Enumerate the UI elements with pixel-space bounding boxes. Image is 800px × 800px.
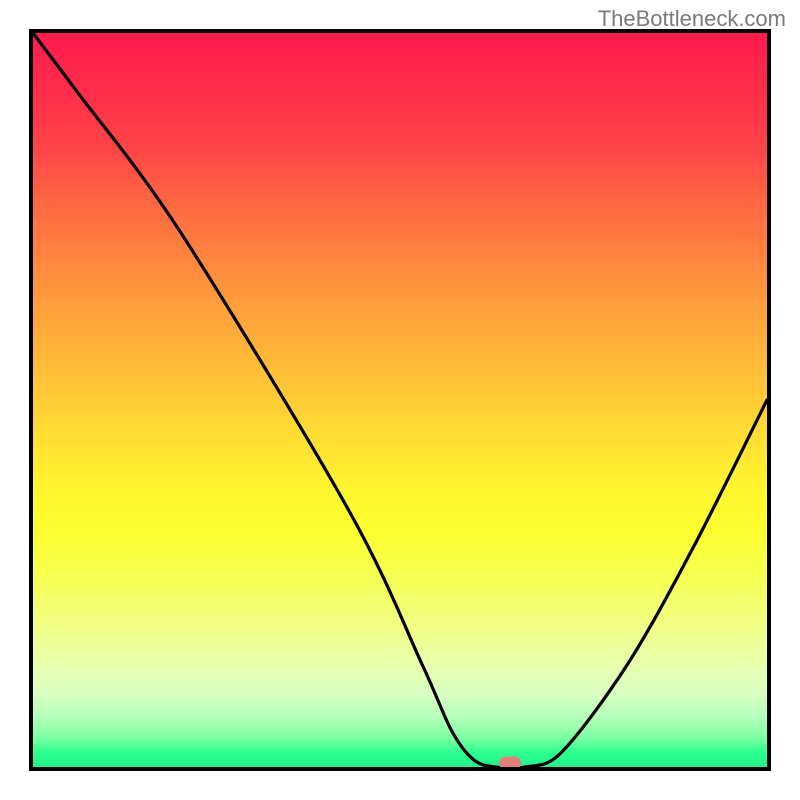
bottleneck-curve-path (33, 33, 767, 767)
chart-frame (29, 29, 771, 771)
optimal-point-marker (499, 757, 521, 770)
watermark-text: TheBottleneck.com (598, 6, 786, 32)
chart-curve-svg (33, 33, 767, 767)
